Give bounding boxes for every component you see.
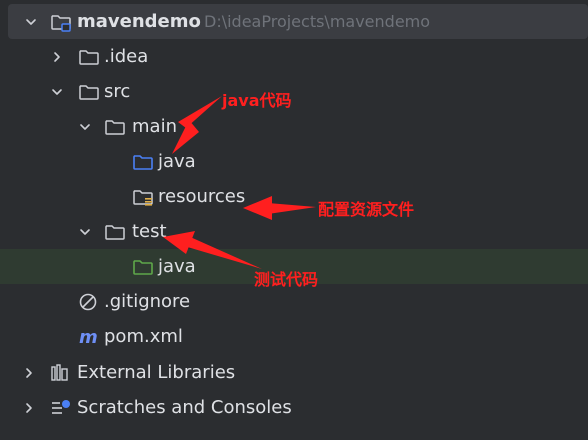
tree-row-gitignore[interactable]: .gitignore [0,284,588,319]
annotation-test-code: 测试代码 [254,270,319,289]
tree-row-external-libraries[interactable]: External Libraries [0,355,588,390]
folder-icon [78,47,100,67]
chevron-down-icon[interactable] [78,120,92,134]
tree-item-label: test [132,220,167,242]
maven-icon: m [78,327,100,347]
tree-row-idea[interactable]: .idea [0,39,588,74]
annotation-java-code: java代码 [222,91,292,110]
folder-icon [104,117,126,137]
source-folder-icon [132,152,154,172]
chevron-right-icon[interactable] [22,401,36,415]
tree-item-label: .gitignore [104,290,191,312]
tree-item-label: Scratches and Consoles [77,396,292,418]
tree-item-label: main [132,115,177,137]
folder-icon [78,82,100,102]
resources-folder-icon [132,187,154,207]
module-folder-icon [50,12,72,32]
tree-row-project-root[interactable]: mavendemo D:\ideaProjects\mavendemo [8,4,588,39]
tree-row-resources[interactable]: resources [0,179,588,214]
project-tree: mavendemo D:\ideaProjects\mavendemo .ide… [0,0,588,440]
chevron-right-icon[interactable] [50,50,64,64]
project-name: mavendemo [77,10,201,32]
tree-item-label: pom.xml [104,325,183,347]
scratches-icon [50,398,72,418]
tree-row-test[interactable]: test [0,214,588,249]
tree-item-label: src [104,80,131,102]
tree-row-scratches[interactable]: Scratches and Consoles [0,390,588,425]
chevron-down-icon[interactable] [24,15,38,29]
tree-item-label: java [158,255,196,277]
chevron-right-icon[interactable] [22,366,36,380]
tree-row-src[interactable]: src [0,74,588,109]
tree-item-label: .idea [104,45,149,67]
annotation-resources: 配置资源文件 [318,200,415,219]
tree-item-label: java [158,150,196,172]
folder-icon [104,222,126,242]
project-path: D:\ideaProjects\mavendemo [204,11,431,31]
tree-item-label: External Libraries [77,361,236,383]
tree-item-label: resources [158,185,246,207]
tree-row-main[interactable]: main [0,109,588,144]
tree-row-main-java[interactable]: java [0,144,588,179]
library-icon [50,363,70,383]
ignore-file-icon [78,292,98,312]
chevron-down-icon[interactable] [78,225,92,239]
test-folder-icon [132,257,154,277]
chevron-down-icon[interactable] [50,85,64,99]
svg-text:m: m [79,327,98,347]
tree-row-pom[interactable]: m pom.xml [0,319,588,354]
